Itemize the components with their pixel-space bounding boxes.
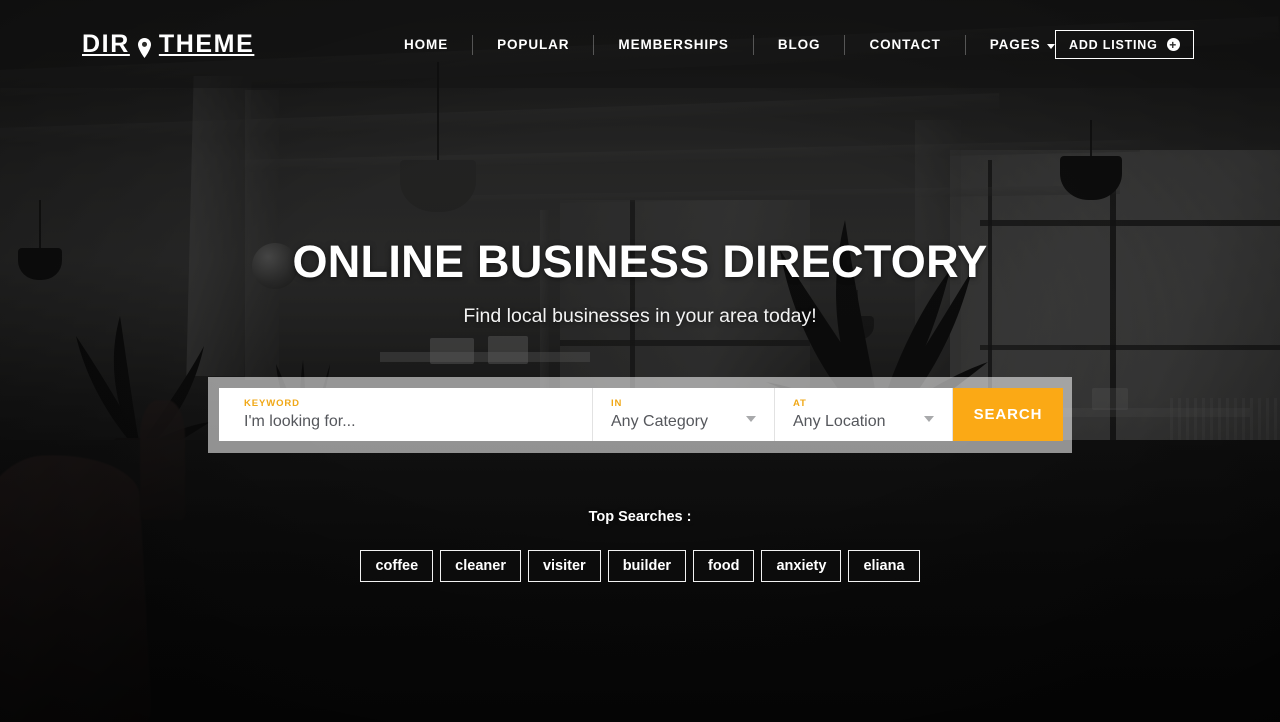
tag-coffee[interactable]: coffee xyxy=(360,550,434,582)
map-pin-icon xyxy=(137,36,152,58)
top-searches-tags: coffee cleaner visiter builder food anxi… xyxy=(0,550,1280,582)
add-listing-button[interactable]: ADD LISTING + xyxy=(1055,30,1194,59)
nav-item-memberships[interactable]: MEMBERSHIPS xyxy=(594,32,752,58)
logo-text-dir: DIR xyxy=(82,30,130,58)
search-button[interactable]: SEARCH xyxy=(953,388,1063,441)
plus-circle-icon: + xyxy=(1166,38,1180,51)
chevron-down-icon xyxy=(1046,43,1055,49)
site-logo[interactable]: DIR THEME xyxy=(82,30,254,59)
search-bar-frame: KEYWORD I'm looking for... IN Any Catego… xyxy=(208,377,1072,453)
add-listing-label: ADD LISTING xyxy=(1069,37,1158,52)
photo-vignette xyxy=(0,0,1280,722)
tag-eliana[interactable]: eliana xyxy=(848,550,920,582)
search-input[interactable]: I'm looking for... xyxy=(244,413,592,431)
location-select[interactable]: AT Any Location xyxy=(775,388,953,441)
tag-cleaner[interactable]: cleaner xyxy=(440,550,521,582)
logo-text-theme: THEME xyxy=(158,30,255,58)
nav-item-home[interactable]: HOME xyxy=(380,32,472,58)
category-label: IN xyxy=(611,398,623,409)
nav-item-popular[interactable]: POPULAR xyxy=(473,32,593,58)
nav-item-contact[interactable]: CONTACT xyxy=(845,32,964,58)
chevron-down-icon xyxy=(746,415,756,422)
search-bar: KEYWORD I'm looking for... IN Any Catego… xyxy=(219,388,1063,441)
site-header: DIR THEME HOME POPULAR MEMBERSHIPS BLOG … xyxy=(0,0,1280,88)
keyword-field[interactable]: KEYWORD I'm looking for... xyxy=(219,388,593,441)
nav-item-blog[interactable]: BLOG xyxy=(754,32,845,58)
top-searches-label: Top Searches : xyxy=(588,509,692,525)
tag-visiter[interactable]: visiter xyxy=(527,550,601,582)
tag-builder[interactable]: builder xyxy=(607,550,687,582)
tag-food[interactable]: food xyxy=(693,550,755,582)
chevron-down-icon xyxy=(924,415,934,422)
keyword-label: KEYWORD xyxy=(244,398,300,409)
nav-item-pages-label: PAGES xyxy=(989,37,1041,52)
hero-section: DIR THEME HOME POPULAR MEMBERSHIPS BLOG … xyxy=(0,0,1280,722)
hero-title: ONLINE BUSINESS DIRECTORY xyxy=(292,236,988,287)
hero-subtitle: Find local businesses in your area today… xyxy=(463,305,817,327)
main-navigation: HOME POPULAR MEMBERSHIPS BLOG CONTACT PA… xyxy=(380,32,1079,58)
tag-anxiety[interactable]: anxiety xyxy=(761,550,842,582)
category-select[interactable]: IN Any Category xyxy=(593,388,775,441)
location-label: AT xyxy=(793,398,807,409)
